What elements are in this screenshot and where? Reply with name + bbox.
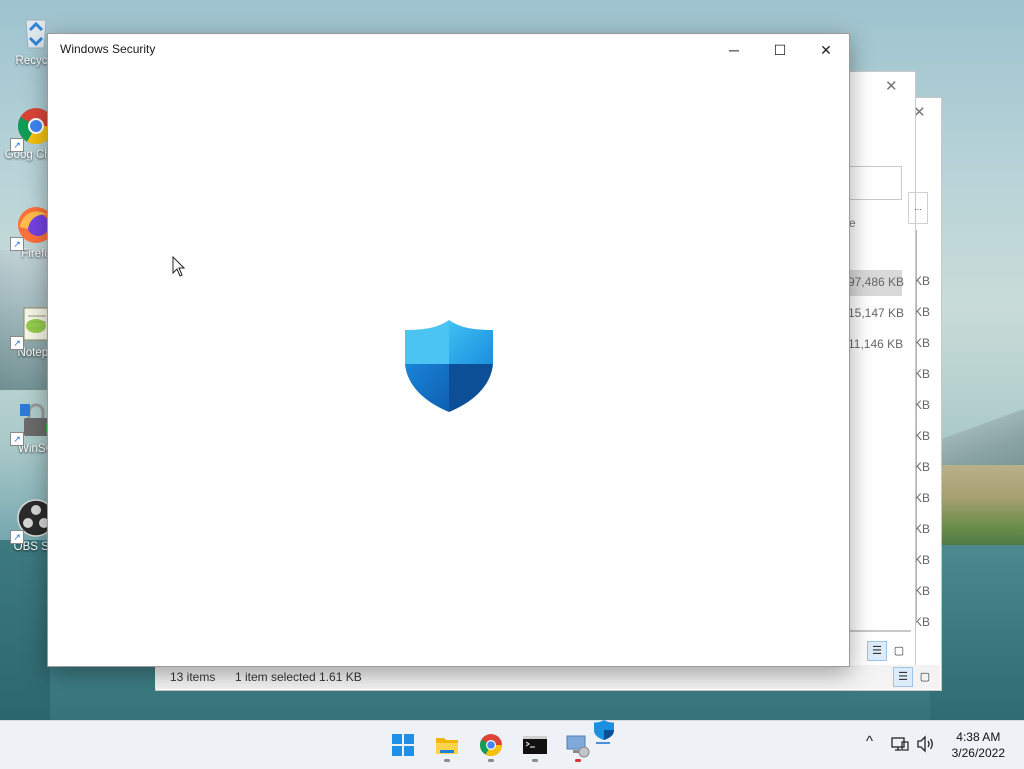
windows-logo-icon	[392, 734, 414, 756]
taskbar-file-explorer[interactable]	[434, 732, 460, 758]
file-size-unit: KB	[914, 367, 931, 381]
folder-icon	[436, 738, 458, 754]
clock-date: 3/26/2022	[951, 746, 1005, 760]
running-indicator	[444, 759, 450, 762]
shortcut-arrow-icon: ↗	[10, 138, 24, 152]
running-indicator	[575, 759, 581, 762]
search-input[interactable]	[849, 166, 902, 200]
selection-info: 1 item selected 1.61 KB	[235, 670, 362, 684]
shortcut-arrow-icon: ↗	[10, 530, 24, 544]
shortcut-arrow-icon: ↗	[10, 336, 24, 350]
file-size-unit: KB	[914, 460, 931, 474]
file-size-unit: KB	[914, 615, 931, 629]
active-app-indicator	[596, 742, 610, 744]
horizontal-scrollbar[interactable]	[849, 630, 911, 632]
file-size-unit: KB	[914, 491, 931, 505]
large-icons-view-button[interactable]: ▢	[889, 641, 909, 661]
file-size-unit: KB	[914, 584, 931, 598]
file-size: 97,486 KB	[848, 275, 905, 289]
running-indicator	[488, 759, 494, 762]
network-icon[interactable]	[891, 735, 909, 756]
remote-desktop-icon	[566, 735, 590, 758]
details-view-button[interactable]: ☰	[893, 667, 913, 687]
window-title: Windows Security	[60, 42, 156, 56]
taskbar-chrome[interactable]	[478, 732, 504, 758]
item-count: 13 items	[170, 670, 216, 684]
file-size-unit: KB	[914, 522, 931, 536]
shortcut-arrow-icon: ↗	[10, 432, 24, 446]
show-hidden-icons-chevron-icon[interactable]: ^	[866, 733, 873, 750]
file-size-unit: KB	[914, 398, 931, 412]
file-size: 11,146 KB	[848, 337, 904, 351]
start-button[interactable]	[390, 732, 416, 758]
wallpaper-lake-left	[0, 540, 50, 720]
close-button[interactable]: ✕	[803, 34, 849, 66]
wallpaper-field-right	[930, 465, 1024, 545]
file-size-unit: KB	[914, 429, 931, 443]
chrome-icon	[480, 734, 502, 756]
file-size-unit: KB	[914, 336, 931, 350]
partial-label: e	[849, 216, 856, 230]
large-icons-view-button[interactable]: ▢	[915, 667, 935, 687]
details-view-button[interactable]: ☰	[867, 641, 887, 661]
running-indicator	[532, 759, 538, 762]
taskbar-remote-desktop[interactable]	[565, 732, 591, 758]
command-prompt-icon	[523, 736, 547, 754]
windows-security-window: Windows Security ─ ☐ ✕	[47, 33, 850, 667]
minimize-button[interactable]: ─	[711, 34, 757, 66]
shield-icon	[594, 720, 614, 740]
taskbar-windows-security[interactable]	[593, 719, 615, 741]
maximize-button[interactable]: ☐	[757, 34, 803, 66]
wallpaper-mountain-right	[930, 405, 1024, 465]
system-clock[interactable]: 4:38 AM 3/26/2022	[952, 729, 1005, 761]
mouse-pointer-icon	[172, 255, 186, 281]
more-options-button[interactable]: ...	[908, 192, 928, 224]
clock-time: 4:38 AM	[956, 730, 1001, 744]
wallpaper-lake-right	[930, 545, 1024, 720]
shortcut-arrow-icon: ↗	[10, 237, 24, 251]
status-bar: 13 items 1 item selected 1.61 KB	[155, 665, 940, 689]
file-size-unit: KB	[914, 274, 931, 288]
close-icon[interactable]: ✕	[885, 77, 898, 95]
taskbar-terminal[interactable]	[522, 732, 548, 758]
file-size: 15,147 KB	[848, 306, 905, 320]
file-size-unit: KB	[914, 553, 931, 567]
shield-icon	[401, 318, 497, 414]
volume-icon[interactable]	[916, 735, 936, 756]
file-size-unit: KB	[914, 305, 931, 319]
